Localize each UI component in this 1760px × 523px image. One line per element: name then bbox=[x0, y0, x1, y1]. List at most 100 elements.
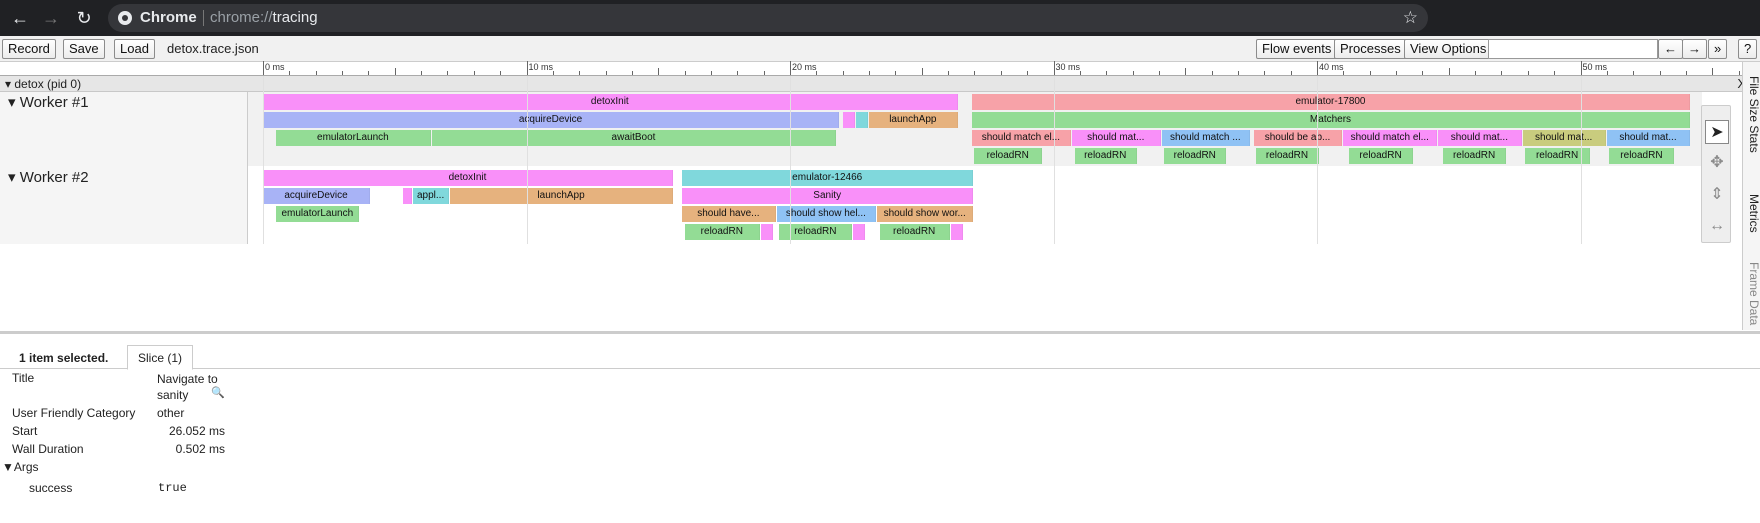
find-next-button[interactable]: → bbox=[1682, 39, 1707, 59]
search-input[interactable] bbox=[1488, 39, 1658, 59]
omnibox-separator bbox=[203, 10, 204, 26]
ruler-tick bbox=[1158, 71, 1160, 75]
trace-slice[interactable]: emulatorLaunch bbox=[276, 206, 360, 222]
trace-slice[interactable]: reloadRN bbox=[1074, 148, 1137, 164]
trace-slice[interactable] bbox=[402, 188, 413, 204]
ruler-tick bbox=[895, 71, 897, 75]
tab-file-size-stats[interactable]: File Size Stats bbox=[1743, 76, 1760, 153]
trace-slice[interactable]: should mat... bbox=[1522, 130, 1606, 146]
worker-2-label[interactable]: ▾ Worker #2 bbox=[8, 168, 89, 186]
trace-slice[interactable]: should match el... bbox=[1343, 130, 1438, 146]
ruler-tick bbox=[1185, 68, 1187, 75]
ruler-tick bbox=[869, 71, 871, 75]
trace-slice[interactable]: reloadRN bbox=[879, 224, 950, 240]
ruler-label: 20 ms bbox=[792, 62, 817, 72]
ruler-label: 30 ms bbox=[1055, 62, 1081, 72]
trace-slice[interactable]: Matchers bbox=[971, 112, 1691, 128]
back-icon[interactable]: ← bbox=[9, 7, 31, 29]
title-label: Title bbox=[12, 371, 35, 385]
ruler-tick bbox=[421, 71, 423, 75]
trace-slice[interactable]: reloadRN bbox=[1164, 148, 1227, 164]
select-tool-icon[interactable]: ➤ bbox=[1705, 120, 1729, 144]
process-title[interactable]: ▾ detox (pid 0) bbox=[5, 76, 81, 92]
ruler-tick bbox=[1633, 71, 1635, 75]
trace-slice[interactable]: launchApp bbox=[869, 112, 958, 128]
trace-slice[interactable]: should mat... bbox=[1606, 130, 1691, 146]
trace-slice[interactable] bbox=[855, 112, 869, 128]
trace-slice[interactable]: emulatorLaunch bbox=[276, 130, 431, 146]
trace-slice[interactable]: reloadRN bbox=[1348, 148, 1414, 164]
ruler-tick bbox=[1053, 61, 1055, 75]
view-options-button[interactable]: View Options bbox=[1404, 39, 1493, 59]
trace-slice[interactable]: Sanity bbox=[681, 188, 974, 204]
flow-events-button[interactable]: Flow events bbox=[1256, 39, 1338, 59]
title-value[interactable]: Navigate to sanity bbox=[157, 371, 237, 403]
ruler-tick bbox=[1475, 71, 1477, 75]
ruler-tick bbox=[1448, 68, 1450, 75]
trace-slice[interactable]: acquireDevice bbox=[263, 188, 371, 204]
grid-line bbox=[1317, 76, 1318, 244]
zoom-tool-icon[interactable]: ⇕ bbox=[1705, 183, 1729, 207]
ruler-tick bbox=[500, 71, 502, 75]
trace-filename: detox.trace.json bbox=[167, 41, 259, 56]
trace-slice[interactable]: launchApp bbox=[450, 188, 674, 204]
trace-slice[interactable]: reloadRN bbox=[1256, 148, 1319, 164]
load-button[interactable]: Load bbox=[114, 39, 155, 59]
trace-slice[interactable]: should mat... bbox=[1071, 130, 1161, 146]
trace-slice[interactable] bbox=[842, 112, 855, 128]
find-previous-button[interactable]: ← bbox=[1658, 39, 1683, 59]
trace-slice[interactable] bbox=[761, 224, 774, 240]
reload-icon[interactable]: ↻ bbox=[73, 7, 95, 29]
forward-icon[interactable]: → bbox=[40, 7, 62, 29]
trace-slice[interactable]: should match el... bbox=[971, 130, 1071, 146]
trace-slice[interactable]: reloadRN bbox=[684, 224, 760, 240]
star-icon[interactable]: ☆ bbox=[1403, 4, 1418, 32]
trace-slice[interactable] bbox=[950, 224, 963, 240]
trace-slice[interactable]: acquireDevice bbox=[263, 112, 840, 128]
tab-frame-data[interactable]: Frame Data bbox=[1743, 262, 1760, 325]
panel-divider[interactable] bbox=[0, 331, 1760, 334]
help-button[interactable]: ? bbox=[1738, 39, 1758, 59]
ruler-tick bbox=[1738, 71, 1740, 75]
trace-slice[interactable]: should show hel... bbox=[776, 206, 876, 222]
start-value[interactable]: 26.052 ms bbox=[157, 424, 225, 438]
ruler-tick bbox=[1132, 71, 1134, 75]
ruler-tick bbox=[684, 71, 686, 75]
site-chip: Chrome bbox=[140, 9, 197, 26]
grid-line bbox=[526, 76, 528, 244]
selection-count: 1 item selected. bbox=[19, 351, 109, 365]
trace-slice[interactable]: detoxInit bbox=[263, 170, 674, 186]
track-area[interactable]: detoxInit emulator-17800 acquireDevice laun… bbox=[248, 92, 1702, 244]
trace-slice[interactable]: should be ab... bbox=[1253, 130, 1343, 146]
trace-slice[interactable]: detoxInit bbox=[263, 94, 958, 110]
tab-metrics[interactable]: Metrics bbox=[1743, 194, 1760, 233]
mouse-mode-selector: ➤ ✥ ⇕ ↔ bbox=[1701, 105, 1731, 243]
ruler-tick bbox=[974, 71, 976, 75]
args-toggle[interactable]: ▼Args bbox=[2, 460, 39, 474]
expand-button[interactable]: » bbox=[1708, 39, 1728, 59]
address-bar[interactable]: Chrome chrome://tracing ☆ bbox=[108, 4, 1428, 32]
trace-slice[interactable]: should show wor... bbox=[876, 206, 974, 222]
record-button[interactable]: Record bbox=[2, 39, 56, 59]
trace-slice[interactable]: awaitBoot bbox=[431, 130, 837, 146]
trace-slice[interactable]: emulator-12466 bbox=[681, 170, 974, 186]
wall-duration-label: Wall Duration bbox=[12, 442, 84, 456]
trace-slice[interactable]: reloadRN bbox=[1609, 148, 1675, 164]
trace-slice[interactable]: should match ... bbox=[1161, 130, 1251, 146]
trace-slice[interactable] bbox=[853, 224, 866, 240]
trace-slice[interactable]: should have... bbox=[681, 206, 776, 222]
processes-button[interactable]: Processes bbox=[1334, 39, 1407, 59]
trace-slice[interactable]: reloadRN bbox=[974, 148, 1042, 164]
ruler-tick bbox=[763, 71, 765, 75]
pan-tool-icon[interactable]: ✥ bbox=[1705, 151, 1729, 175]
trace-slice[interactable]: reloadRN bbox=[1443, 148, 1506, 164]
save-button[interactable]: Save bbox=[63, 39, 105, 59]
grid-line bbox=[1053, 76, 1055, 244]
trace-slice[interactable]: should mat... bbox=[1438, 130, 1522, 146]
worker-1-label[interactable]: ▾ Worker #1 bbox=[8, 93, 89, 111]
tab-slice[interactable]: Slice (1) bbox=[127, 345, 194, 370]
magnifier-icon[interactable]: 🔍 bbox=[211, 386, 225, 399]
trace-slice[interactable]: emulator-17800 bbox=[971, 94, 1691, 110]
trace-slice[interactable]: appl... bbox=[413, 188, 450, 204]
timing-tool-icon[interactable]: ↔ bbox=[1705, 214, 1729, 238]
